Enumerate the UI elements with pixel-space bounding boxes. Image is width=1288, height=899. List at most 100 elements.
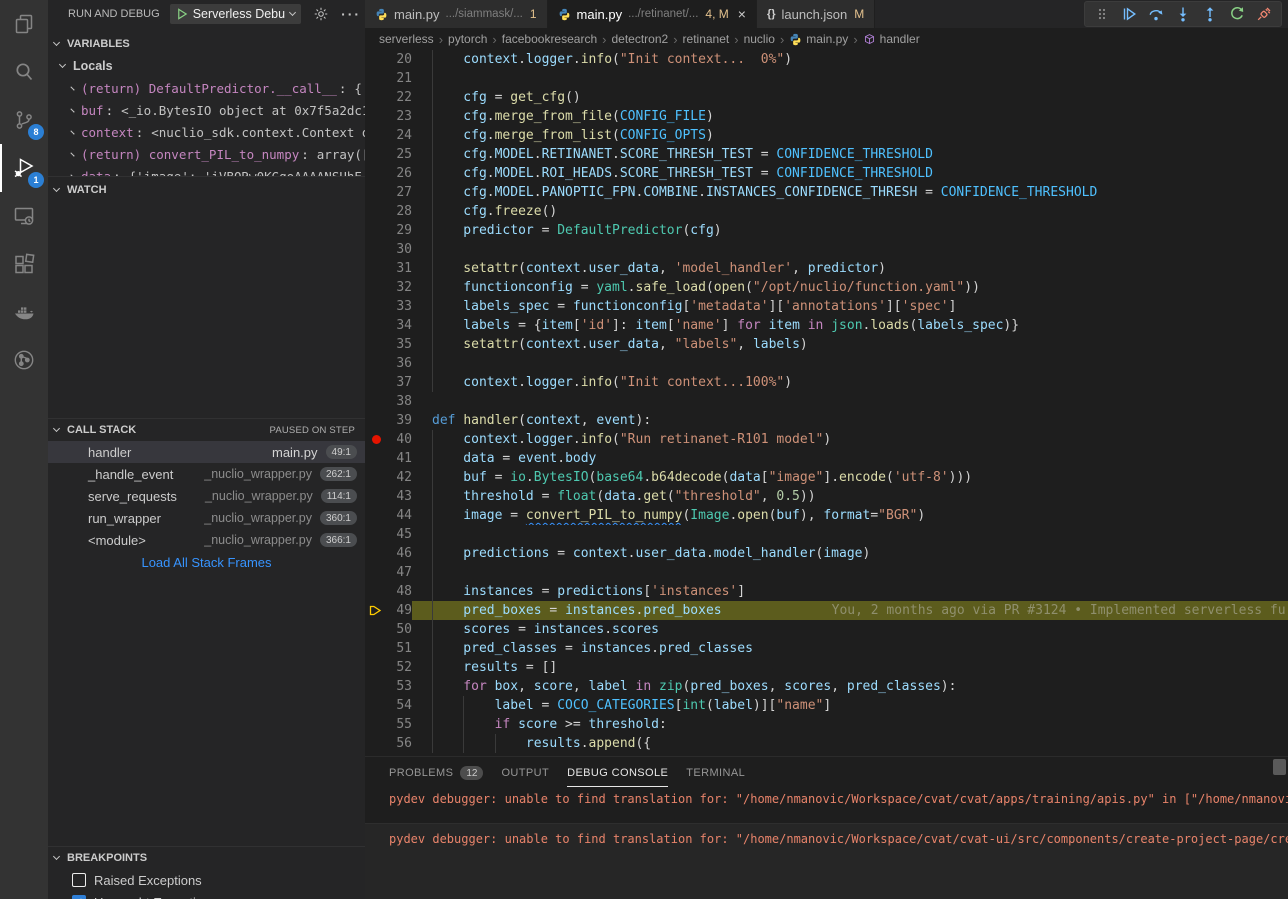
code-line-47[interactable]: 47 (365, 563, 1288, 582)
panel-scrollbar-thumb[interactable] (1273, 759, 1286, 775)
breakpoint-gutter[interactable] (365, 297, 387, 316)
breakpoint-gutter[interactable] (365, 734, 387, 753)
breakpoint-gutter[interactable] (365, 696, 387, 715)
panel-tab-terminal[interactable]: TERMINAL (686, 757, 745, 787)
code-line-50[interactable]: 50scores = instances.scores (365, 620, 1288, 639)
code-line-27[interactable]: 27cfg.MODEL.PANOPTIC_FPN.COMBINE.INSTANC… (365, 183, 1288, 202)
breakpoint-gutter[interactable] (365, 449, 387, 468)
restart-icon[interactable] (1229, 6, 1245, 22)
current-frame-arrow-icon[interactable] (365, 601, 387, 620)
code-line-30[interactable]: 30 (365, 240, 1288, 259)
code-line-45[interactable]: 45 (365, 525, 1288, 544)
breadcrumb-item-main.py[interactable]: main.py (789, 32, 848, 46)
breakpoint-gutter[interactable] (365, 468, 387, 487)
breakpoint-gutter[interactable] (365, 164, 387, 183)
breakpoint-gutter[interactable] (365, 335, 387, 354)
code-line-26[interactable]: 26cfg.MODEL.ROI_HEADS.SCORE_THRESH_TEST … (365, 164, 1288, 183)
code-line-41[interactable]: 41data = event.body (365, 449, 1288, 468)
breakpoint-gutter[interactable] (365, 506, 387, 525)
breakpoint-gutter[interactable] (365, 316, 387, 335)
code-line-36[interactable]: 36 (365, 354, 1288, 373)
breakpoint-gutter[interactable] (365, 411, 387, 430)
breakpoint-gutter[interactable] (365, 145, 387, 164)
checkbox-checked-icon[interactable]: ✓ (72, 895, 86, 899)
breakpoint-gutter[interactable] (365, 183, 387, 202)
breakpoint-gutter[interactable] (365, 620, 387, 639)
activity-explorer-icon[interactable] (0, 0, 48, 48)
code-line-33[interactable]: 33labels_spec = functionconfig['metadata… (365, 297, 1288, 316)
panel-tab-output[interactable]: OUTPUT (501, 757, 549, 787)
code-line-54[interactable]: 54label = COCO_CATEGORIES[int(label)]["n… (365, 696, 1288, 715)
more-actions-icon[interactable]: ··· (341, 6, 361, 22)
load-all-stack-frames-link[interactable]: Load All Stack Frames (48, 551, 365, 573)
panel-tab-problems[interactable]: PROBLEMS12 (389, 757, 483, 787)
code-line-55[interactable]: 55if score >= threshold: (365, 715, 1288, 734)
breakpoint-gutter[interactable] (365, 639, 387, 658)
breakpoint-gutter[interactable] (365, 582, 387, 601)
code-line-51[interactable]: 51pred_classes = instances.pred_classes (365, 639, 1288, 658)
activity-extensions-icon[interactable] (0, 240, 48, 288)
breadcrumb-item-handler[interactable]: handler (863, 32, 920, 46)
breakpoint-gutter[interactable] (365, 221, 387, 240)
breadcrumb-item-retinanet[interactable]: retinanet (683, 32, 730, 46)
code-line-39[interactable]: 39def handler(context, event): (365, 411, 1288, 430)
breakpoint-gutter[interactable] (365, 107, 387, 126)
code-line-35[interactable]: 35setattr(context.user_data, "labels", l… (365, 335, 1288, 354)
stack-frame-row[interactable]: serve_requests_nuclio_wrapper.py114:1 (48, 485, 365, 507)
breadcrumb-item-pytorch[interactable]: pytorch (448, 32, 487, 46)
code-line-34[interactable]: 34labels = {item['id']: item['name'] for… (365, 316, 1288, 335)
code-line-23[interactable]: 23cfg.merge_from_file(CONFIG_FILE) (365, 107, 1288, 126)
step-out-icon[interactable] (1202, 6, 1218, 22)
code-line-25[interactable]: 25cfg.MODEL.RETINANET.SCORE_THRESH_TEST … (365, 145, 1288, 164)
code-line-38[interactable]: 38 (365, 392, 1288, 411)
code-line-29[interactable]: 29predictor = DefaultPredictor(cfg) (365, 221, 1288, 240)
variable-row[interactable]: data:{'image': 'iVBORw0KGgoAAAANSUhE… (48, 165, 365, 176)
stack-frame-row[interactable]: run_wrapper_nuclio_wrapper.py360:1 (48, 507, 365, 529)
step-over-icon[interactable] (1148, 6, 1164, 22)
launch-config-dropdown[interactable]: Serverless Debu (170, 4, 301, 24)
variable-row[interactable]: context:<nuclio_sdk.context.Context obje… (48, 121, 365, 143)
activity-source-control-icon[interactable]: 8 (0, 96, 48, 144)
breakpoint-dot[interactable] (365, 430, 387, 449)
stack-frame-row[interactable]: handlermain.py49:1 (48, 441, 365, 463)
activity-search-icon[interactable] (0, 48, 48, 96)
activity-remote-explorer-icon[interactable] (0, 192, 48, 240)
code-line-40[interactable]: 40context.logger.info("Run retinanet-R10… (365, 430, 1288, 449)
breakpoint-gutter[interactable] (365, 240, 387, 259)
watch-section-header[interactable]: WATCH (48, 179, 365, 201)
variables-section-header[interactable]: VARIABLES (48, 33, 365, 55)
stack-frame-row[interactable]: _handle_event_nuclio_wrapper.py262:1 (48, 463, 365, 485)
code-line-21[interactable]: 21 (365, 69, 1288, 88)
console-message-block[interactable]: pydev debugger: unable to find translati… (365, 823, 1288, 899)
activity-docker-icon[interactable] (0, 288, 48, 336)
breakpoint-gutter[interactable] (365, 69, 387, 88)
code-line-56[interactable]: 56results.append({ (365, 734, 1288, 753)
panel-tab-debug-console[interactable]: DEBUG CONSOLE (567, 757, 668, 787)
breakpoint-gutter[interactable] (365, 373, 387, 392)
breakpoint-gutter[interactable] (365, 202, 387, 221)
step-into-icon[interactable] (1175, 6, 1191, 22)
code-line-53[interactable]: 53for box, score, label in zip(pred_boxe… (365, 677, 1288, 696)
breakpoint-option-row[interactable]: Raised Exceptions (48, 869, 365, 891)
variable-row[interactable]: (return) DefaultPredictor.__call__:{'ins… (48, 77, 365, 99)
editor-tab-main.py[interactable]: main.py.../siammask/...1 (365, 0, 548, 28)
checkbox-unchecked-icon[interactable] (72, 873, 86, 887)
breadcrumb-item-serverless[interactable]: serverless (379, 32, 434, 46)
breakpoint-gutter[interactable] (365, 259, 387, 278)
code-line-20[interactable]: 20context.logger.info("Init context... 0… (365, 50, 1288, 69)
breakpoint-gutter[interactable] (365, 563, 387, 582)
locals-scope[interactable]: Locals (48, 55, 365, 77)
gear-icon[interactable] (313, 6, 329, 22)
breakpoint-gutter[interactable] (365, 392, 387, 411)
editor-tab-main.py[interactable]: main.py.../retinanet/...4, M× (548, 0, 757, 28)
breakpoint-gutter[interactable] (365, 278, 387, 297)
breakpoint-gutter[interactable] (365, 50, 387, 69)
drag-handle-icon[interactable] (1094, 6, 1110, 22)
code-line-22[interactable]: 22cfg = get_cfg() (365, 88, 1288, 107)
code-line-44[interactable]: 44image = convert_PIL_to_numpy(Image.ope… (365, 506, 1288, 525)
code-line-49[interactable]: 49pred_boxes = instances.pred_boxesYou, … (365, 601, 1288, 620)
variable-row[interactable]: (return) convert_PIL_to_numpy:array([[[ … (48, 143, 365, 165)
code-line-31[interactable]: 31setattr(context.user_data, 'model_hand… (365, 259, 1288, 278)
editor-tab-launch.json[interactable]: {}launch.jsonM (757, 0, 875, 28)
code-line-48[interactable]: 48instances = predictions['instances'] (365, 582, 1288, 601)
